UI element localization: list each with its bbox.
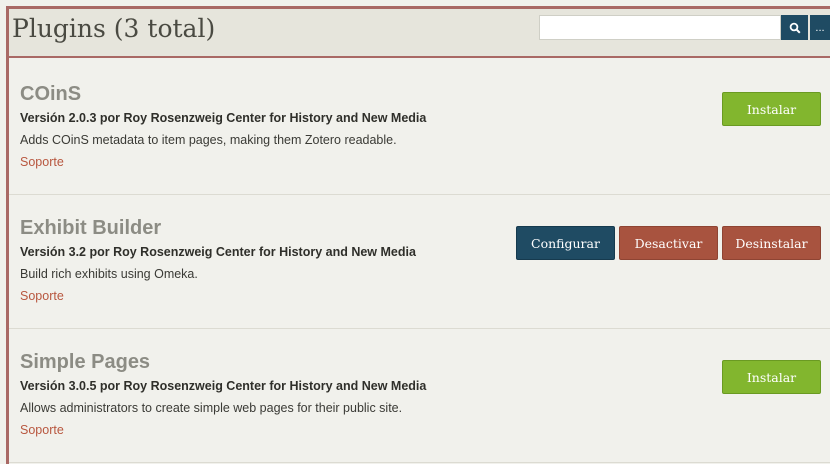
configure-button[interactable]: Configurar <box>516 226 615 260</box>
plugin-name: Exhibit Builder <box>20 217 162 239</box>
plugin-name: Simple Pages <box>20 351 151 373</box>
support-link[interactable]: Soporte <box>20 289 64 303</box>
support-link[interactable]: Soporte <box>20 423 64 437</box>
plugin-version: Versión 2.0.3 por Roy Rosenzweig Center … <box>20 111 427 125</box>
plugin-description: Allows administrators to create simple w… <box>20 401 403 415</box>
plugin-description: Adds COinS metadata to item pages, makin… <box>20 133 397 147</box>
page-title: Plugins (3 total) <box>12 14 216 43</box>
plugin-name: COinS <box>20 83 82 105</box>
more-options-button[interactable]: ... <box>810 15 830 40</box>
plugins-page: Plugins (3 total) ... COinS Versión 2.0.… <box>0 0 830 464</box>
plugin-description: Build rich exhibits using Omeka. <box>20 267 198 281</box>
install-button[interactable]: Instalar <box>722 92 821 126</box>
page-header: Plugins (3 total) ... <box>9 9 830 58</box>
plugin-row-coins: COinS Versión 2.0.3 por Roy Rosenzweig C… <box>9 61 830 195</box>
plugin-version: Versión 3.0.5 por Roy Rosenzweig Center … <box>20 379 427 393</box>
search-input[interactable] <box>539 15 781 40</box>
install-button[interactable]: Instalar <box>722 360 821 394</box>
plugin-version: Versión 3.2 por Roy Rosenzweig Center fo… <box>20 245 416 259</box>
uninstall-button[interactable]: Desinstalar <box>722 226 821 260</box>
support-link[interactable]: Soporte <box>20 155 64 169</box>
plugin-row-simple-pages: Simple Pages Versión 3.0.5 por Roy Rosen… <box>9 329 830 463</box>
deactivate-button[interactable]: Desactivar <box>619 226 718 260</box>
plugin-row-exhibit-builder: Exhibit Builder Versión 3.2 por Roy Rose… <box>9 195 830 329</box>
search-icon <box>789 22 801 34</box>
search-button[interactable] <box>781 15 808 40</box>
